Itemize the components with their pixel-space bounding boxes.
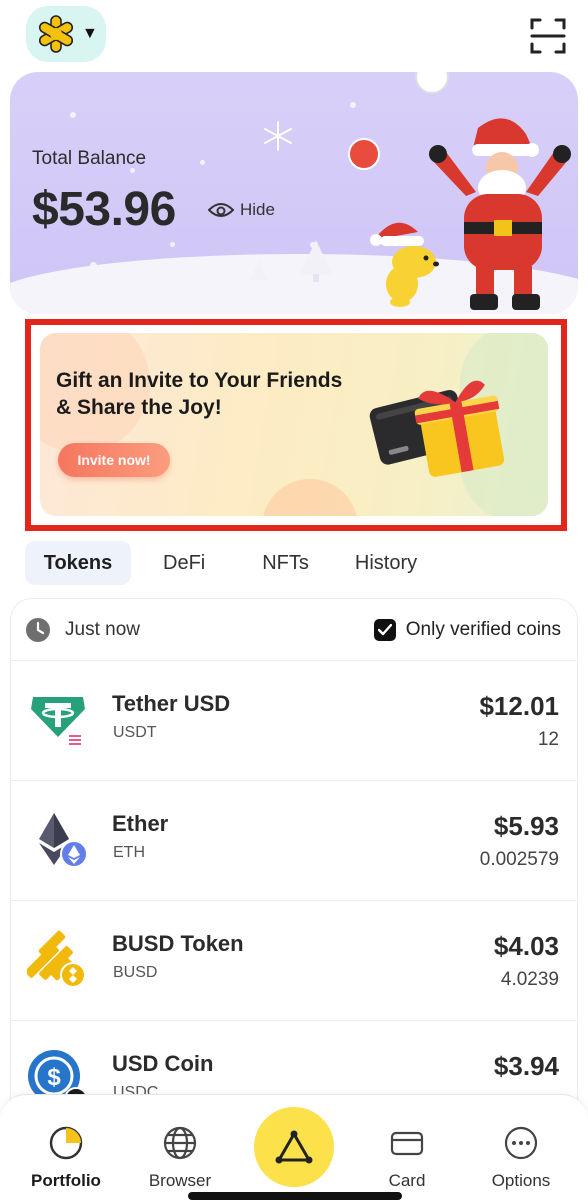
top-bar: ▼ [0,0,588,72]
tree-icon [250,260,268,280]
tab-defi[interactable]: DeFi [163,541,205,585]
tab-tokens[interactable]: Tokens [25,541,131,585]
clock-icon [26,617,50,642]
tether-icon [31,697,85,747]
home-indicator [188,1192,402,1200]
santa-illustration [429,118,571,310]
snowflake-icon [264,121,292,151]
token-amount: 0.002579 [479,849,559,870]
gift-card-illustration [369,380,505,477]
tab-history[interactable]: History [355,541,417,585]
total-balance-label: Total Balance [32,148,147,169]
portfolio-icon [49,1126,83,1160]
token-row-busd[interactable]: BUSD Token BUSD $4.03 4.0239 [11,901,577,1021]
tab-nfts[interactable]: NFTs [262,541,309,585]
nav-swap[interactable] [254,1107,334,1187]
verified-label: Only verified coins [405,618,561,640]
nav-browser[interactable]: Browser [130,1125,230,1191]
wallet-switcher[interactable]: ▼ [26,6,106,62]
triangle-icon [275,1130,313,1164]
options-icon [504,1126,538,1160]
token-symbol: ETH [113,844,145,861]
last-updated: Just now [25,617,140,643]
asterisk-wallet-icon [38,15,74,53]
verified-filter[interactable]: Only verified coins [373,618,561,641]
nav-label: Card [388,1171,426,1190]
token-name: Tether USD [112,691,231,716]
portfolio-tabs: Tokens DeFi NFTs History [25,541,417,585]
busd-icon [27,930,86,988]
eye-icon [208,203,234,217]
card-icon [390,1131,424,1156]
banner-decoration [262,479,358,516]
tree-icon [300,240,332,282]
nav-card[interactable]: Card [357,1125,457,1191]
scan-icon[interactable] [530,18,566,54]
verified-checkbox[interactable] [373,618,396,641]
token-value: $3.94 [493,1051,559,1081]
token-value: $5.93 [493,811,559,841]
token-row-eth[interactable]: Ether ETH $5.93 0.002579 [11,781,577,901]
token-row-usdt[interactable]: Tether USD USDT $12.01 12 [11,661,577,781]
token-symbol: USDT [113,724,157,741]
nav-options[interactable]: Options [471,1125,571,1191]
token-symbol: BUSD [113,964,158,981]
token-name: BUSD Token [112,931,244,956]
svg-text:$: $ [47,1064,61,1091]
nav-label: Browser [148,1171,212,1190]
token-value: $12.01 [479,691,559,721]
hide-label: Hide [240,200,275,219]
caret-down-icon: ▼ [82,25,98,42]
globe-icon [163,1126,197,1160]
token-value: $4.03 [493,931,559,961]
hide-balance-toggle[interactable]: Hide [208,200,275,220]
bottom-navigation: Portfolio Browser Card Options [0,1094,588,1200]
nav-label: Portfolio [31,1171,101,1190]
checkmark-icon [377,623,392,635]
coin-badge-icon [415,72,449,94]
nav-label: Options [491,1171,551,1190]
token-amount: 12 [537,729,559,750]
token-amount: 4.0239 [500,969,559,990]
invite-now-button[interactable]: Invite now! [58,443,170,477]
last-updated-label: Just now [65,618,140,640]
total-balance-value: $53.96 [32,183,176,236]
invite-banner[interactable]: Gift an Invite to Your Friends & Share t… [40,333,548,516]
red-coin-icon [348,138,380,170]
token-name: Ether [112,811,169,836]
nav-portfolio[interactable]: Portfolio [16,1125,116,1191]
banner-title: Gift an Invite to Your Friends & Share t… [56,369,343,419]
token-list-header: Just now Only verified coins [11,599,577,661]
balance-card: Total Balance $53.96 Hide [10,72,578,314]
token-name: USD Coin [112,1051,214,1076]
ether-icon [39,813,88,868]
